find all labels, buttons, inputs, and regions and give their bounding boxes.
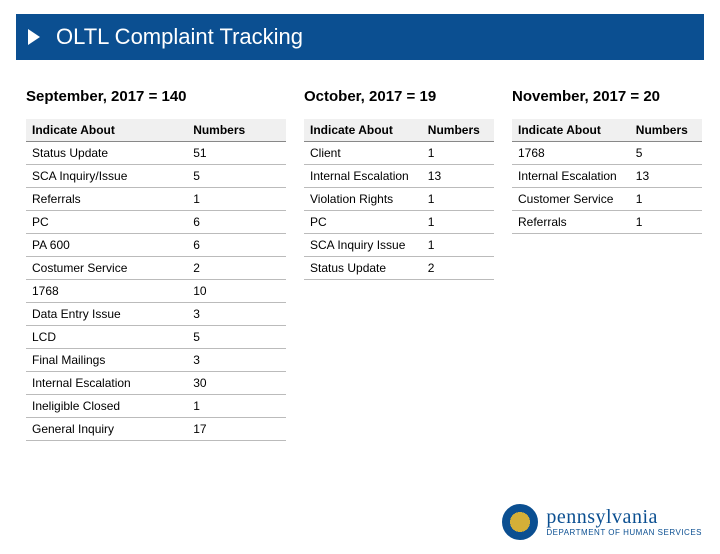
th-about: Indicate About — [304, 119, 422, 142]
table-row: Internal Escalation13 — [512, 165, 702, 188]
table-row: 17685 — [512, 142, 702, 165]
cell-about: Status Update — [26, 142, 187, 165]
table-row: Status Update2 — [304, 257, 494, 280]
month-label-sep: September, 2017 = 140 — [26, 88, 286, 105]
cell-number: 1 — [422, 211, 494, 234]
cell-number: 1 — [422, 142, 494, 165]
th-about: Indicate About — [512, 119, 630, 142]
logo-state: pennsylvania — [546, 507, 702, 527]
cell-number: 1 — [187, 395, 286, 418]
cell-number: 30 — [187, 372, 286, 395]
cell-number: 6 — [187, 211, 286, 234]
cell-about: Internal Escalation — [304, 165, 422, 188]
november-column: November, 2017 = 20 Indicate About Numbe… — [512, 88, 702, 441]
table-row: SCA Inquiry Issue1 — [304, 234, 494, 257]
table-row: Referrals1 — [512, 211, 702, 234]
page-title-bar: OLTL Complaint Tracking — [16, 14, 704, 60]
th-about: Indicate About — [26, 119, 187, 142]
cell-about: General Inquiry — [26, 418, 187, 441]
cell-number: 2 — [422, 257, 494, 280]
content-columns: September, 2017 = 140 Indicate About Num… — [0, 60, 720, 441]
th-numbers: Numbers — [630, 119, 702, 142]
table-nov: Indicate About Numbers 17685Internal Esc… — [512, 119, 702, 234]
table-row: Customer Service1 — [512, 188, 702, 211]
cell-number: 13 — [422, 165, 494, 188]
table-row: LCD5 — [26, 326, 286, 349]
cell-about: Status Update — [304, 257, 422, 280]
october-column: October, 2017 = 19 Indicate About Number… — [304, 88, 494, 441]
chevron-right-icon — [28, 29, 40, 45]
cell-number: 2 — [187, 257, 286, 280]
cell-number: 3 — [187, 349, 286, 372]
cell-about: Final Mailings — [26, 349, 187, 372]
cell-number: 1 — [422, 188, 494, 211]
cell-number: 1 — [630, 211, 702, 234]
tbody-oct: Client1Internal Escalation13Violation Ri… — [304, 142, 494, 280]
cell-about: Costumer Service — [26, 257, 187, 280]
cell-about: PC — [26, 211, 187, 234]
table-row: 176810 — [26, 280, 286, 303]
cell-about: Customer Service — [512, 188, 630, 211]
table-row: Status Update51 — [26, 142, 286, 165]
table-row: Costumer Service2 — [26, 257, 286, 280]
cell-about: Referrals — [26, 188, 187, 211]
cell-about: 1768 — [26, 280, 187, 303]
cell-about: Ineligible Closed — [26, 395, 187, 418]
th-numbers: Numbers — [187, 119, 286, 142]
cell-about: Internal Escalation — [512, 165, 630, 188]
table-row: General Inquiry17 — [26, 418, 286, 441]
table-row: Ineligible Closed1 — [26, 395, 286, 418]
cell-number: 17 — [187, 418, 286, 441]
tbody-sep: Status Update51SCA Inquiry/Issue5Referra… — [26, 142, 286, 441]
table-row: Internal Escalation30 — [26, 372, 286, 395]
cell-about: Data Entry Issue — [26, 303, 187, 326]
cell-number: 1 — [630, 188, 702, 211]
table-sep: Indicate About Numbers Status Update51SC… — [26, 119, 286, 441]
month-label-nov: November, 2017 = 20 — [512, 88, 702, 105]
cell-about: Internal Escalation — [26, 372, 187, 395]
th-numbers: Numbers — [422, 119, 494, 142]
tbody-nov: 17685Internal Escalation13Customer Servi… — [512, 142, 702, 234]
cell-about: Client — [304, 142, 422, 165]
table-row: Data Entry Issue3 — [26, 303, 286, 326]
logo: pennsylvania DEPARTMENT OF HUMAN SERVICE… — [502, 504, 702, 540]
month-label-oct: October, 2017 = 19 — [304, 88, 494, 105]
cell-about: LCD — [26, 326, 187, 349]
table-row: Referrals1 — [26, 188, 286, 211]
cell-about: 1768 — [512, 142, 630, 165]
cell-number: 10 — [187, 280, 286, 303]
cell-number: 6 — [187, 234, 286, 257]
table-row: Internal Escalation13 — [304, 165, 494, 188]
cell-number: 5 — [187, 326, 286, 349]
september-column: September, 2017 = 140 Indicate About Num… — [26, 88, 286, 441]
cell-about: SCA Inquiry/Issue — [26, 165, 187, 188]
cell-number: 5 — [187, 165, 286, 188]
table-row: PA 6006 — [26, 234, 286, 257]
table-row: Violation Rights1 — [304, 188, 494, 211]
logo-wordmark: pennsylvania DEPARTMENT OF HUMAN SERVICE… — [546, 507, 702, 537]
page-title: OLTL Complaint Tracking — [56, 24, 303, 50]
table-oct: Indicate About Numbers Client1Internal E… — [304, 119, 494, 280]
table-row: SCA Inquiry/Issue5 — [26, 165, 286, 188]
cell-about: PC — [304, 211, 422, 234]
table-row: Client1 — [304, 142, 494, 165]
cell-number: 1 — [187, 188, 286, 211]
table-row: PC1 — [304, 211, 494, 234]
cell-number: 3 — [187, 303, 286, 326]
state-seal-icon — [502, 504, 538, 540]
cell-number: 1 — [422, 234, 494, 257]
cell-about: Referrals — [512, 211, 630, 234]
cell-number: 5 — [630, 142, 702, 165]
cell-number: 51 — [187, 142, 286, 165]
cell-about: PA 600 — [26, 234, 187, 257]
cell-about: SCA Inquiry Issue — [304, 234, 422, 257]
cell-number: 13 — [630, 165, 702, 188]
logo-dept: DEPARTMENT OF HUMAN SERVICES — [546, 529, 702, 537]
table-row: Final Mailings3 — [26, 349, 286, 372]
table-row: PC6 — [26, 211, 286, 234]
cell-about: Violation Rights — [304, 188, 422, 211]
